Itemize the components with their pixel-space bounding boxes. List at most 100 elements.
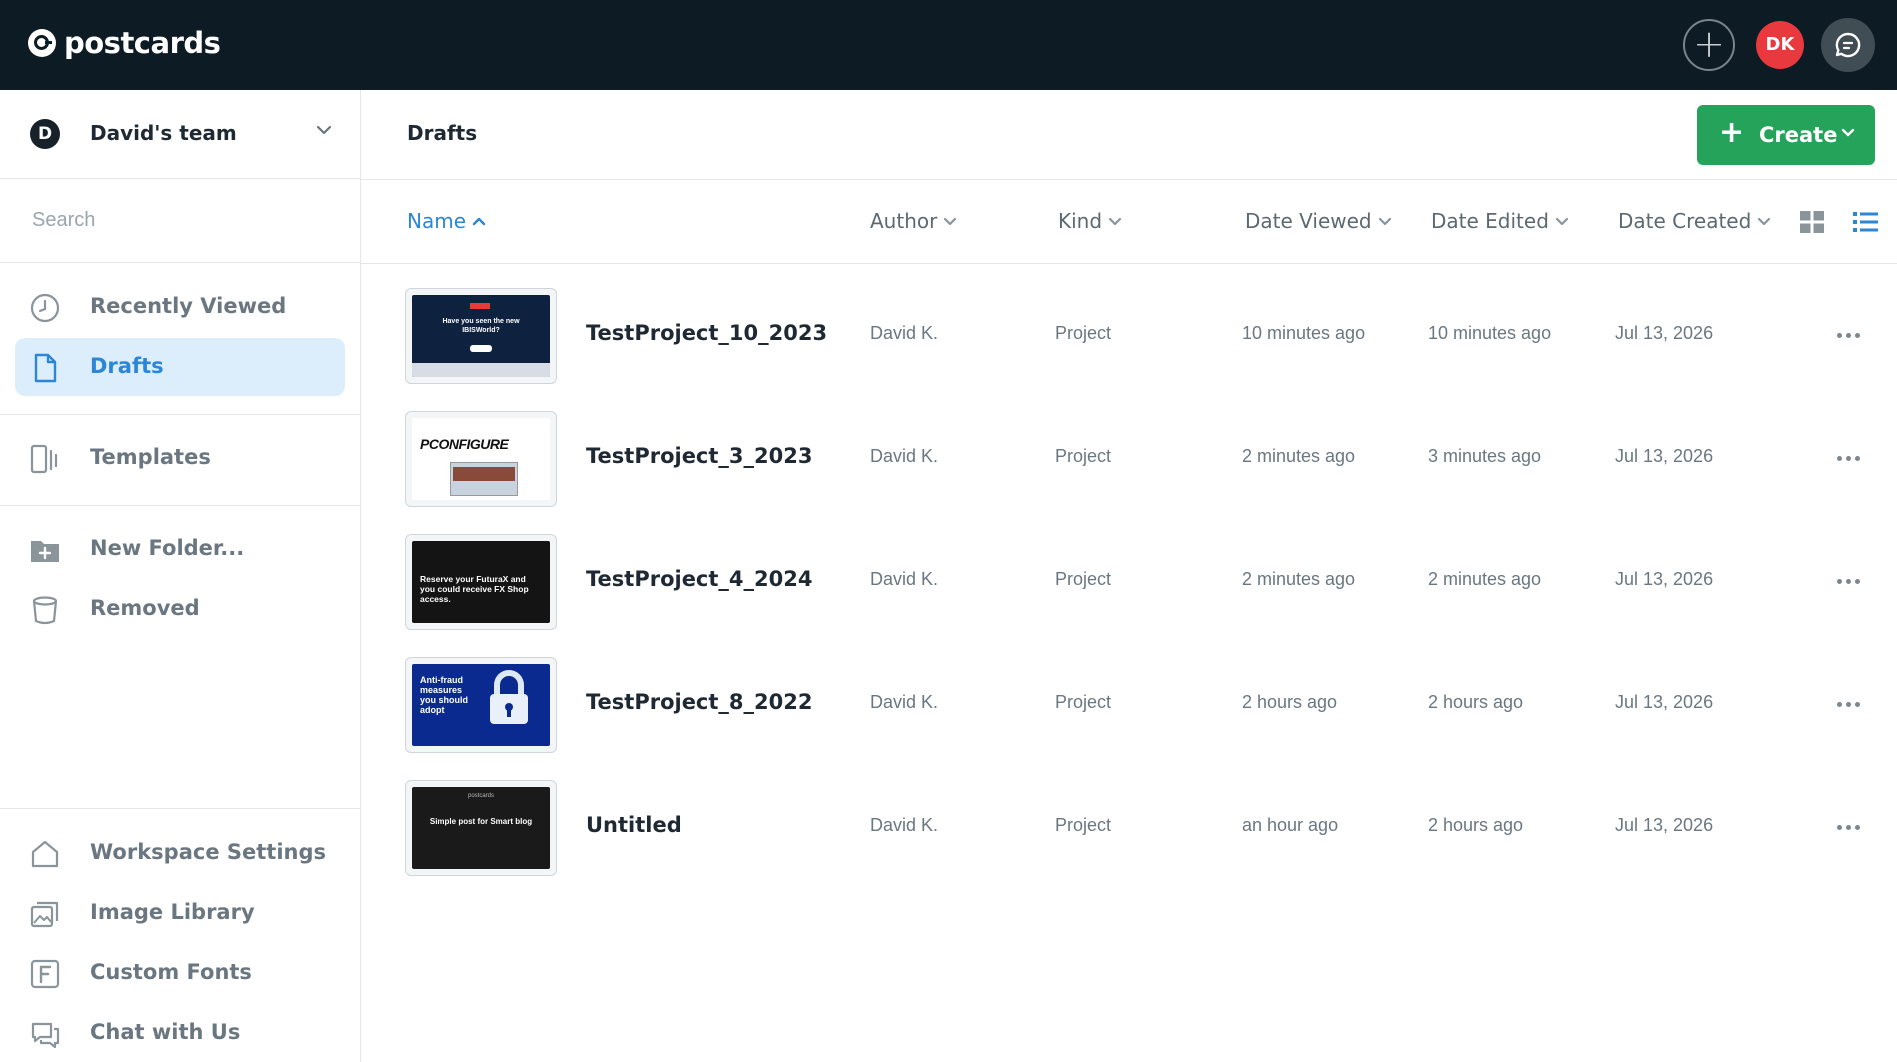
thumbnail-strip: [412, 363, 550, 377]
column-author[interactable]: Author: [870, 209, 957, 233]
more-options-icon[interactable]: [1835, 448, 1863, 468]
table-row[interactable]: postcards Simple post for Smart blog Untit…: [361, 767, 1897, 890]
author-cell: David K.: [870, 692, 939, 712]
chevron-down-icon: [316, 125, 332, 135]
column-date-viewed[interactable]: Date Viewed: [1245, 209, 1392, 233]
more-options-icon[interactable]: [1835, 325, 1863, 345]
dot: [1837, 333, 1842, 338]
sidebar-item-custom-fonts[interactable]: Custom Fonts: [15, 944, 345, 1002]
document-icon: [34, 353, 57, 383]
date-viewed-cell: 2 hours ago: [1242, 692, 1338, 712]
table-row[interactable]: PCONFIGURE TestProject_3_2023 David K. Proj…: [361, 398, 1897, 521]
column-kind[interactable]: Kind: [1058, 209, 1122, 233]
date-created-cell: Jul 13, 2026: [1615, 815, 1714, 835]
sidebar-item-recently-viewed[interactable]: Recently Viewed: [15, 278, 345, 336]
project-name[interactable]: TestProject_3_2023: [586, 444, 812, 468]
column-label: Date Viewed: [1245, 209, 1372, 233]
kind-cell: Project: [1055, 446, 1112, 466]
more-options-icon[interactable]: [1835, 817, 1863, 837]
plus-icon: +: [1719, 115, 1745, 150]
thumbnail-text: Simple post for Smart blog: [429, 817, 533, 826]
chevron-down-icon: [1758, 217, 1771, 226]
thumbnail-text: Reserve your FuturaX and you could recei…: [420, 574, 529, 604]
clock-icon: [30, 293, 60, 323]
column-date-edited[interactable]: Date Edited: [1431, 209, 1569, 233]
date-edited-cell: 2 minutes ago: [1428, 569, 1542, 589]
kind-cell: Project: [1055, 569, 1112, 589]
project-name[interactable]: Untitled: [586, 813, 682, 837]
thumbnail-text: PCONFIGURE: [420, 436, 509, 452]
grid-view-icon[interactable]: [1800, 211, 1824, 233]
chevron-up-icon: [472, 217, 486, 226]
dot: [1855, 333, 1860, 338]
chevron-down-icon: [944, 217, 957, 226]
sidebar-item-removed[interactable]: Removed: [15, 580, 345, 638]
table-row[interactable]: Have you seen the new IBISWorld? TestProj…: [361, 275, 1897, 398]
top-bar: postcards + DK: [0, 0, 1897, 90]
project-name[interactable]: TestProject_4_2024: [586, 567, 812, 591]
sidebar-item-new-folder[interactable]: New Folder...: [15, 520, 345, 578]
chevron-down-icon: [1108, 217, 1122, 226]
table-row[interactable]: Reserve your FuturaX and you could recei…: [361, 521, 1897, 644]
create-label: Create: [1759, 123, 1838, 147]
list-view-icon[interactable]: [1853, 211, 1878, 233]
date-edited-cell: 10 minutes ago: [1428, 323, 1552, 343]
postcards-logo[interactable]: postcards: [28, 26, 221, 60]
kind-cell: Project: [1055, 323, 1112, 343]
column-name[interactable]: Name: [407, 209, 486, 233]
project-thumbnail[interactable]: Anti-fraud measures you should adopt: [405, 657, 557, 753]
create-button[interactable]: + Create: [1697, 105, 1875, 165]
team-switcher[interactable]: D David's team: [0, 90, 360, 179]
image-library-icon: [30, 901, 59, 928]
dot: [1846, 456, 1851, 461]
thumbnail-screenshot: [450, 462, 518, 496]
sidebar-item-templates[interactable]: Templates: [15, 429, 345, 487]
kind-cell: Project: [1055, 815, 1112, 835]
search-input[interactable]: [20, 199, 340, 241]
column-label: Name: [407, 209, 467, 233]
chat-button[interactable]: [1821, 18, 1875, 72]
sidebar-item-workspace-settings[interactable]: Workspace Settings: [15, 824, 345, 882]
user-avatar[interactable]: DK: [1756, 21, 1804, 69]
more-options-icon[interactable]: [1835, 694, 1863, 714]
date-created-cell: Jul 13, 2026: [1615, 569, 1714, 589]
dot: [1855, 702, 1860, 707]
project-thumbnail[interactable]: Reserve your FuturaX and you could recei…: [405, 534, 557, 630]
dot: [1855, 456, 1860, 461]
table-row[interactable]: Anti-fraud measures you should adopt Test…: [361, 644, 1897, 767]
add-button[interactable]: +: [1683, 19, 1735, 71]
dot: [1846, 825, 1851, 830]
home-icon: [31, 840, 59, 868]
thumbnail-preview: Have you seen the new IBISWorld?: [412, 295, 550, 377]
dot: [1837, 456, 1842, 461]
divider: [0, 505, 360, 506]
column-date-created[interactable]: Date Created: [1618, 209, 1771, 233]
column-label: Date Edited: [1431, 209, 1549, 233]
sidebar-item-chat[interactable]: Chat with Us: [15, 1004, 345, 1062]
chat-bubble-icon: [1835, 32, 1861, 58]
column-label: Kind: [1058, 209, 1103, 233]
project-thumbnail[interactable]: Have you seen the new IBISWorld?: [405, 288, 557, 384]
search-area: [0, 179, 360, 263]
divider: [0, 808, 360, 809]
date-created-cell: Jul 13, 2026: [1615, 446, 1714, 466]
dot: [1846, 579, 1851, 584]
date-viewed-cell: 2 minutes ago: [1242, 446, 1356, 466]
sidebar-item-label: Image Library: [90, 900, 255, 924]
new-folder-icon: [31, 541, 59, 562]
project-name[interactable]: TestProject_10_2023: [586, 321, 827, 345]
divider: [0, 414, 360, 415]
sidebar-item-image-library[interactable]: Image Library: [15, 884, 345, 942]
sidebar-item-label: Removed: [90, 596, 200, 620]
team-name: David's team: [90, 121, 237, 145]
project-thumbnail[interactable]: PCONFIGURE: [405, 411, 557, 507]
chevron-down-icon[interactable]: [1840, 125, 1856, 141]
project-thumbnail[interactable]: postcards Simple post for Smart blog: [405, 780, 557, 876]
author-cell: David K.: [870, 569, 939, 589]
thumbnail-badge: [470, 303, 490, 309]
thumbnail-preview: postcards Simple post for Smart blog: [412, 787, 550, 869]
date-created-cell: Jul 13, 2026: [1615, 692, 1714, 712]
sidebar-item-drafts[interactable]: Drafts: [15, 338, 345, 396]
project-name[interactable]: TestProject_8_2022: [586, 690, 812, 714]
more-options-icon[interactable]: [1835, 571, 1863, 591]
